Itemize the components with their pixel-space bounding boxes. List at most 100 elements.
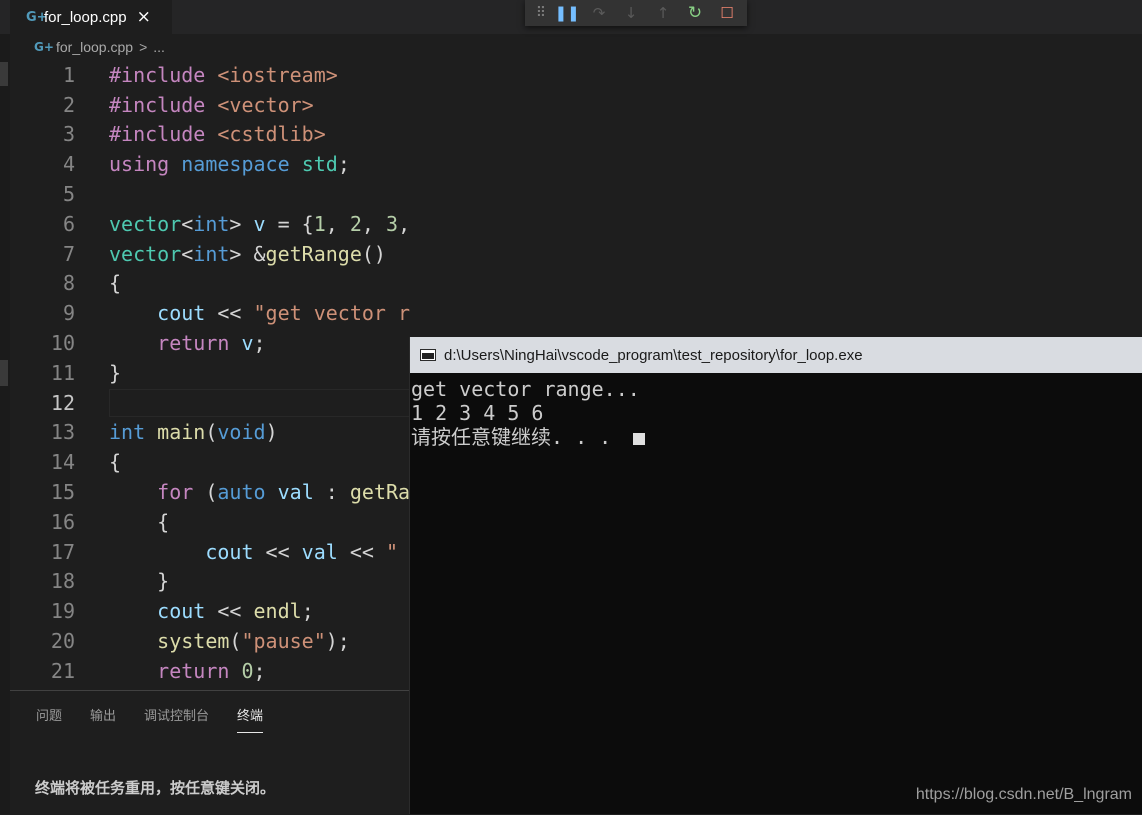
code-line[interactable]: 17 cout << val << " [10, 537, 410, 567]
cpp-file-icon: G+ [34, 40, 54, 54]
line-number: 8 [62, 271, 75, 296]
line-code: vector<int> &getRange() [109, 241, 386, 266]
breadcrumb: G+ for_loop.cpp > ... [34, 38, 165, 56]
code-line[interactable]: 2 #include <vector> [10, 90, 410, 120]
watermark: https://blog.csdn.net/B_lngram [915, 786, 1132, 803]
breadcrumb-file[interactable]: for_loop.cpp [56, 39, 133, 55]
tab-debug-console[interactable]: 调试控制台 [144, 705, 209, 733]
line-code: cout << val << " [205, 539, 399, 564]
console-line: 请按任意键继续. . . [411, 425, 646, 449]
tab-for-loop-cpp[interactable]: G+ for_loop.cpp × [10, 0, 172, 34]
line-number: 14 [50, 450, 75, 475]
terminal-message: 终端将被任务重用，按任意键关闭。 [35, 779, 276, 797]
tab-label: for_loop.cpp [44, 8, 127, 26]
line-number: 1 [62, 62, 75, 87]
grip-icon[interactable]: ⠿ [535, 3, 546, 23]
line-number: 6 [62, 211, 75, 236]
pause-icon[interactable]: ❚❚ [554, 3, 579, 23]
console-window[interactable]: d:\Users\NingHai\vscode_program\test_rep… [409, 337, 1142, 814]
tab-terminal[interactable]: 终端 [237, 705, 264, 733]
line-code: for (auto val : getRa [157, 480, 410, 505]
code-line[interactable]: 12 [10, 388, 410, 418]
line-number: 7 [62, 241, 75, 266]
code-line[interactable]: 15 for (auto val : getRa [10, 477, 410, 507]
line-code: int main(void) [109, 420, 278, 445]
line-number: 2 [62, 92, 75, 117]
restart-icon[interactable]: ↻ [685, 3, 705, 23]
stripe-marker [0, 360, 8, 386]
code-line[interactable]: 11} [10, 358, 410, 388]
stripe-marker [0, 62, 8, 86]
code-line[interactable]: 7 vector<int> &getRange() [10, 239, 410, 269]
code-line[interactable]: 13 int main(void) [10, 418, 410, 448]
step-into-icon[interactable]: ↓ [621, 3, 641, 23]
line-code: { [109, 450, 122, 475]
line-number: 12 [50, 390, 75, 415]
line-code: } [109, 569, 170, 594]
line-code: using namespace std; [109, 152, 350, 177]
line-number: 15 [50, 480, 75, 505]
line-code: } [109, 360, 122, 385]
code-line[interactable]: 8{ [10, 269, 410, 299]
console-output: get vector range... 1 2 3 4 5 6 请按任意键继续.… [411, 377, 646, 449]
code-line[interactable]: 3 #include <cstdlib> [10, 120, 410, 150]
step-out-icon[interactable]: ↑ [653, 3, 673, 23]
line-code: vector<int> v = {1, 2, 3, 4, 5, 6}; [109, 211, 410, 236]
bottom-panel: 问题 输出 调试控制台 终端 终端将被任务重用，按任意键关闭。 [10, 690, 410, 815]
debug-toolbar: ⠿ ❚❚ ↷ ↓ ↑ ↻ ☐ [525, 0, 747, 26]
console-title: d:\Users\NingHai\vscode_program\test_rep… [444, 346, 863, 364]
line-number: 10 [50, 331, 75, 356]
line-code: #include <iostream> [109, 62, 338, 87]
line-number: 17 [50, 539, 75, 564]
line-number: 13 [50, 420, 75, 445]
line-number: 4 [62, 152, 75, 177]
console-window-icon [420, 349, 436, 361]
code-line[interactable]: 18 } [10, 567, 410, 597]
line-number: 19 [50, 599, 75, 624]
cpp-file-icon: G+ [26, 9, 48, 25]
breadcrumb-more[interactable]: ... [153, 39, 165, 55]
line-number: 9 [62, 301, 75, 326]
code-line[interactable]: 16 { [10, 507, 410, 537]
line-code: cout << "get vector range..." << endl; [157, 301, 410, 326]
console-title-bar[interactable]: d:\Users\NingHai\vscode_program\test_rep… [410, 337, 1142, 373]
panel-tabs: 问题 输出 调试控制台 终端 [36, 705, 264, 733]
line-number: 11 [50, 360, 75, 385]
line-code: { [109, 271, 122, 296]
console-line: get vector range... [411, 377, 640, 401]
line-code: cout << endl; [157, 599, 314, 624]
code-line[interactable]: 21 return 0; [10, 656, 410, 686]
code-line[interactable]: 20 system("pause"); [10, 626, 410, 656]
line-code: return 0; [157, 658, 266, 683]
code-line[interactable]: 6 vector<int> v = {1, 2, 3, 4, 5, 6}; [10, 209, 410, 239]
console-line: 1 2 3 4 5 6 [411, 401, 544, 425]
code-line[interactable]: 10 return v; [10, 328, 410, 358]
stop-icon[interactable]: ☐ [717, 3, 737, 23]
tab-problems[interactable]: 问题 [36, 705, 62, 733]
line-number: 3 [62, 122, 75, 147]
step-over-icon[interactable]: ↷ [589, 3, 609, 23]
activity-stripe [0, 34, 10, 814]
cursor-block [633, 432, 646, 445]
line-number: 18 [50, 569, 75, 594]
line-code: { [109, 509, 170, 534]
code-line[interactable]: 9 cout << "get vector range..." << endl; [10, 298, 410, 328]
code-line[interactable]: 19 cout << endl; [10, 596, 410, 626]
line-code: #include <cstdlib> [109, 122, 326, 147]
line-number: 16 [50, 509, 75, 534]
line-number: 21 [50, 658, 75, 683]
code-line[interactable]: 4 using namespace std; [10, 149, 410, 179]
line-code: return v; [157, 331, 266, 356]
line-code: system("pause"); [157, 629, 350, 654]
line-code: #include <vector> [109, 92, 314, 117]
line-number: 20 [50, 629, 75, 654]
code-line[interactable]: 1 #include <iostream> [10, 60, 410, 90]
close-icon[interactable]: × [137, 7, 151, 27]
chevron-right-icon: > [139, 39, 148, 55]
code-line[interactable]: 5 [10, 179, 410, 209]
code-line[interactable]: 14 { [10, 447, 410, 477]
code-editor[interactable]: 1 #include <iostream> 2 #include <vector> 3 #… [10, 60, 410, 690]
console-prompt: 请按任意键继续. . . [411, 425, 624, 449]
tab-output[interactable]: 输出 [90, 705, 116, 733]
line-number: 5 [62, 182, 75, 207]
